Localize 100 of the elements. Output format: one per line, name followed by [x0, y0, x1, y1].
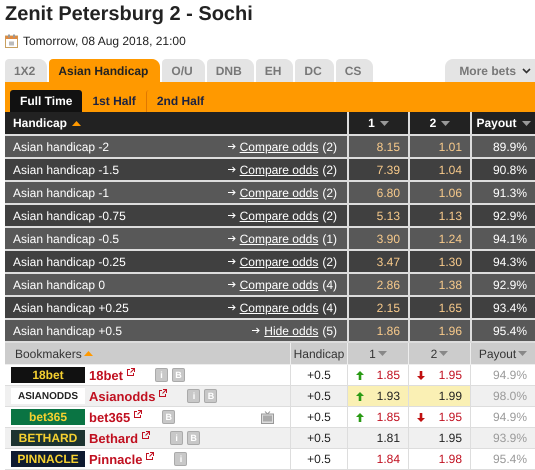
- bookmaker-logo[interactable]: 18bet: [11, 367, 85, 383]
- compare-odds-link[interactable]: Compare odds: [240, 300, 318, 314]
- compare-odds-link[interactable]: Compare odds: [240, 186, 318, 200]
- odds-cell[interactable]: 1.85: [347, 407, 408, 428]
- odds-cell[interactable]: 1.95: [408, 407, 470, 428]
- bookmaker-logo[interactable]: bet365: [11, 409, 85, 425]
- arrow-right-icon: [228, 258, 236, 265]
- period-tab[interactable]: 1st Half: [82, 90, 146, 112]
- market-tab[interactable]: EH: [256, 59, 294, 82]
- odds-cell[interactable]: 1.95: [408, 365, 470, 386]
- market-tab[interactable]: CS: [336, 59, 374, 82]
- column-header[interactable]: 2: [408, 343, 470, 365]
- odds-cell[interactable]: 1.81: [347, 428, 408, 449]
- market-tab[interactable]: Asian Handicap: [49, 59, 160, 82]
- odds-count: (1): [322, 232, 337, 246]
- odds-cell: 1.86: [347, 320, 408, 343]
- sort-down-icon: [380, 120, 389, 126]
- column-header[interactable]: 1: [347, 343, 408, 365]
- handicap-name: Asian handicap -1: [13, 186, 110, 200]
- arrow-right-icon: [228, 235, 236, 242]
- column-header[interactable]: Payout: [470, 343, 535, 365]
- odds-cell: 1.06: [408, 182, 470, 205]
- external-link-icon: [159, 389, 168, 397]
- odds-cell[interactable]: 1.84: [347, 449, 408, 470]
- payout-cell: 92.9%: [470, 274, 535, 297]
- arrow-right-icon: [228, 212, 236, 219]
- column-header[interactable]: Handicap: [5, 112, 347, 136]
- match-title: Zenit Petersburg 2 - Sochi: [5, 2, 254, 26]
- odds-cell: 1.30: [408, 251, 470, 274]
- period-tab[interactable]: Full Time: [10, 90, 82, 112]
- payout-cell: 95.4%: [470, 449, 535, 470]
- bookmaker-link[interactable]: Bethard: [89, 430, 138, 446]
- odds-cell[interactable]: 1.85: [347, 365, 408, 386]
- handicap-cell: +0.5: [290, 428, 347, 449]
- odds-cell: 5.13: [347, 205, 408, 228]
- sort-down-icon: [439, 351, 448, 356]
- odds-cell: 8.15: [347, 136, 408, 159]
- odds-cell: 2.86: [347, 274, 408, 297]
- bookmaker-link[interactable]: Asianodds: [89, 388, 156, 404]
- compare-odds-link[interactable]: Compare odds: [240, 232, 318, 246]
- odds-cell: 1.24: [408, 228, 470, 251]
- odds-cell: 3.47: [347, 251, 408, 274]
- odds-count: (2): [322, 162, 337, 176]
- odds-cell: 1.65: [408, 297, 470, 320]
- odds-cell: 1.96: [408, 320, 470, 343]
- payout-cell: 94.9%: [470, 407, 535, 428]
- odds-cell[interactable]: 1.99: [408, 386, 470, 407]
- market-tab[interactable]: DC: [295, 59, 334, 82]
- compare-odds-link[interactable]: Compare odds: [240, 208, 318, 222]
- compare-odds-link[interactable]: Hide odds: [264, 324, 318, 338]
- chevron-down-icon: [522, 68, 531, 74]
- match-date: Tomorrow, 08 Aug 2018, 21:00: [23, 34, 186, 48]
- column-header[interactable]: 1: [347, 112, 408, 136]
- compare-odds-link[interactable]: Compare odds: [240, 140, 318, 154]
- odds-count: (4): [322, 300, 337, 314]
- odds-cell: 1.01: [408, 136, 470, 159]
- handicap-name: Asian handicap -1.5: [13, 162, 120, 176]
- bookmaker-logo[interactable]: BETHARD: [11, 430, 85, 446]
- payout-cell: 90.8%: [470, 159, 535, 182]
- payout-cell: 89.9%: [470, 136, 535, 159]
- bookmaker-logo[interactable]: PINNACLE: [11, 451, 85, 467]
- bookmaker-link[interactable]: 18bet: [89, 368, 123, 382]
- calendar-icon: [5, 34, 18, 48]
- handicap-cell: +0.5: [290, 365, 347, 386]
- odds-cell: 1.04: [408, 159, 470, 182]
- payout-cell: 93.4%: [470, 297, 535, 320]
- bookmaker-link[interactable]: bet365: [89, 410, 130, 424]
- column-header[interactable]: 2: [408, 112, 470, 136]
- market-tab[interactable]: 1X2: [5, 59, 48, 82]
- column-header[interactable]: Bookmakers: [5, 343, 290, 365]
- compare-odds-link[interactable]: Compare odds: [240, 278, 318, 292]
- more-bets-tab[interactable]: More bets: [445, 59, 535, 82]
- odds-cell[interactable]: 1.93: [347, 386, 408, 407]
- odds-cell[interactable]: 1.98: [408, 449, 470, 470]
- bookmaker-link[interactable]: Pinnacle: [89, 452, 142, 466]
- handicap-name: Asian handicap -2: [13, 140, 110, 154]
- column-header[interactable]: Handicap: [290, 343, 347, 365]
- column-header[interactable]: Payout: [470, 112, 535, 136]
- market-tab[interactable]: O/U: [162, 59, 205, 82]
- external-link-icon: [142, 431, 150, 439]
- compare-odds-link[interactable]: Compare odds: [240, 162, 318, 176]
- bookmaker-logo[interactable]: ASIANODDS: [11, 388, 85, 404]
- up-arrow-icon: [356, 370, 364, 380]
- odds-cell: 3.90: [347, 228, 408, 251]
- odds-count: (2): [322, 254, 337, 268]
- sort-down-icon: [441, 120, 450, 126]
- compare-odds-link[interactable]: Compare odds: [240, 254, 318, 268]
- handicap-name: Asian handicap -0.25: [13, 254, 126, 268]
- handicap-cell: +0.5: [290, 407, 347, 428]
- sort-down-icon: [518, 351, 528, 356]
- odds-count: (4): [322, 278, 337, 292]
- odds-cell[interactable]: 1.95: [408, 428, 470, 449]
- payout-cell: 94.1%: [470, 228, 535, 251]
- market-tab[interactable]: DNB: [206, 59, 254, 82]
- odds-cell: 1.38: [408, 274, 470, 297]
- sort-down-icon: [378, 351, 387, 356]
- arrow-right-icon: [228, 166, 236, 173]
- handicap-cell: +0.5: [290, 386, 347, 407]
- handicap-cell: +0.5: [290, 449, 347, 470]
- payout-cell: 93.9%: [470, 428, 535, 449]
